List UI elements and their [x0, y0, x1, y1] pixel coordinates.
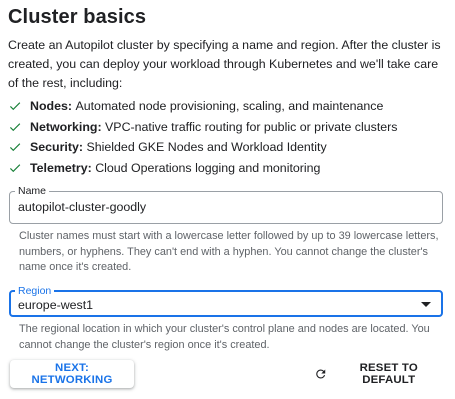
check-icon: [9, 164, 21, 172]
region-help-text: The regional location in which your clus…: [19, 323, 430, 351]
reset-to-default-button[interactable]: RESET TO DEFAULT: [314, 362, 444, 386]
check-icon: [9, 102, 21, 111]
cluster-basics-panel: Cluster basics Create an Autopilot clust…: [0, 0, 455, 399]
feature-text: VPC-native traffic routing for public or…: [105, 119, 398, 134]
page-title: Cluster basics: [8, 6, 147, 28]
feature-label: Nodes:: [30, 99, 72, 114]
feature-text: Automated node provisioning, scaling, an…: [75, 99, 384, 114]
arrow-drop-down-icon[interactable]: [421, 302, 431, 307]
intro-text: Create an Autopilot cluster by specifyin…: [8, 38, 441, 90]
feature-label: Telemetry:: [30, 160, 92, 175]
reset-label: RESET TO DEFAULT: [359, 362, 418, 386]
region-select[interactable]: Region europe-west1: [9, 286, 443, 317]
region-field-label: Region: [18, 285, 52, 297]
name-field-label: Name: [18, 185, 47, 197]
name-help-text: Cluster names must start with a lowercas…: [19, 230, 439, 273]
feature-label: Networking:: [30, 119, 102, 134]
name-input[interactable]: autopilot-cluster-goodly: [18, 199, 434, 215]
check-icon: [9, 123, 21, 131]
feature-item-telemetry: Telemetry: Cloud Operations logging and …: [8, 158, 453, 179]
feature-item-networking: Networking: VPC-native traffic routing f…: [8, 117, 453, 138]
feature-label: Security:: [30, 140, 84, 155]
feature-text: Shielded GKE Nodes and Workload Identity: [86, 140, 327, 155]
refresh-icon: [316, 369, 326, 379]
feature-text: Cloud Operations logging and monitoring: [95, 160, 321, 175]
region-selected-value[interactable]: europe-west1: [18, 297, 434, 313]
feature-item-security: Security: Shielded GKE Nodes and Workloa…: [8, 137, 453, 158]
feature-item-nodes: Nodes: Automated node provisioning, scal…: [8, 96, 453, 117]
name-field[interactable]: Name autopilot-cluster-goodly: [9, 186, 443, 224]
check-icon: [9, 143, 21, 152]
next-networking-button[interactable]: NEXT: NETWORKING: [10, 360, 134, 388]
feature-list: Nodes: Automated node provisioning, scal…: [8, 96, 453, 178]
